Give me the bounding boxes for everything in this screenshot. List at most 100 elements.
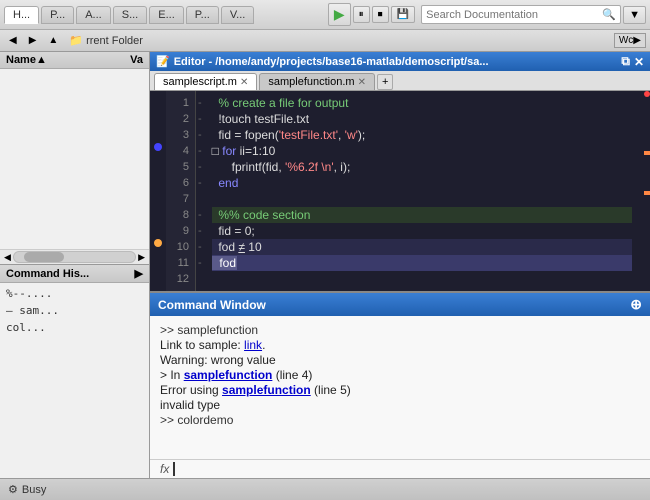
cmd-line-3: Warning: wrong value xyxy=(160,353,640,367)
line-num-6: 6 xyxy=(172,175,189,191)
editor-scrollbar-markers xyxy=(640,91,650,291)
line-num-12: 12 xyxy=(172,271,189,287)
right-panel: 📝 Editor - /home/andy/projects/base16-ma… xyxy=(150,52,650,478)
play-button[interactable]: ▶ xyxy=(328,3,351,26)
status-text: Busy xyxy=(22,484,46,496)
tab-samplefunction[interactable]: samplefunction.m ✕ xyxy=(259,73,375,90)
horizontal-scrollbar[interactable]: ◀ ▶ xyxy=(0,249,149,264)
gutter-12 xyxy=(150,267,166,283)
word-wrap-button[interactable]: Wc▶ xyxy=(614,33,646,48)
forward-button[interactable]: ▶ xyxy=(24,33,42,48)
gutter-2 xyxy=(150,107,166,123)
scroll-thumb[interactable] xyxy=(24,252,64,262)
code-editor[interactable]: 1 2 3 4 5 6 7 8 9 10 11 12 - - - xyxy=(150,91,650,291)
cmd-error-using: Error using xyxy=(160,383,222,397)
line-num-9: 9 xyxy=(172,223,189,239)
cmd-line-2: Link to sample: link. xyxy=(160,338,640,352)
cmd-error-link-1[interactable]: samplefunction xyxy=(184,368,273,382)
up-button[interactable]: ▲ xyxy=(43,33,63,48)
code-line-8: %% code section xyxy=(212,207,632,223)
back-button[interactable]: ◀ xyxy=(4,33,22,48)
status-icon: ⚙ xyxy=(8,483,18,496)
scroll-left-arrow[interactable]: ◀ xyxy=(2,252,13,263)
tab-s[interactable]: S... xyxy=(113,6,148,24)
code-line-6: end xyxy=(212,175,632,191)
save-button[interactable]: 💾 xyxy=(391,6,415,23)
tab-p[interactable]: P... xyxy=(41,6,74,24)
tab-p2[interactable]: P... xyxy=(186,6,219,24)
tab-samplescript[interactable]: samplescript.m ✕ xyxy=(154,73,257,90)
cmd-history-list: %--.... — sam... col... xyxy=(0,283,149,478)
step-button[interactable]: ⏸ xyxy=(353,6,370,23)
tab-e[interactable]: E... xyxy=(149,6,184,24)
editor-undock-button[interactable]: ⧉ xyxy=(621,54,630,69)
cmd-error-link-2[interactable]: samplefunction xyxy=(222,383,311,397)
code-content[interactable]: % create a file for output !touch testFi… xyxy=(204,91,640,291)
cmd-history-item[interactable]: %--.... xyxy=(2,285,147,302)
cmd-line-6: invalid type xyxy=(160,398,640,412)
stop-button[interactable]: ⏹ xyxy=(372,6,389,23)
editor-area: 📝 Editor - /home/andy/projects/base16-ma… xyxy=(150,52,650,293)
line-numbers: 1 2 3 4 5 6 7 8 9 10 11 12 xyxy=(166,91,196,291)
cmd-prompt-1: >> samplefunction xyxy=(160,323,258,337)
tab-samplescript-close[interactable]: ✕ xyxy=(240,77,248,88)
tab-a[interactable]: A... xyxy=(76,6,111,24)
main-layout: Name ▲ Va ◀ ▶ Command His... ▶ xyxy=(0,52,650,478)
cmd-input-row: fx xyxy=(150,459,650,478)
folder-icon: 📁 xyxy=(69,35,83,47)
status-bar: ⚙ Busy xyxy=(0,478,650,500)
tab-v[interactable]: V... xyxy=(221,6,255,24)
cmd-link[interactable]: link xyxy=(244,338,262,352)
cmd-history-item[interactable]: — sam... xyxy=(2,302,147,319)
toolbar-tabs: H... P... A... S... E... P... V... xyxy=(4,6,322,24)
gutter-10 xyxy=(150,235,166,251)
search-box: 🔍 xyxy=(421,5,621,24)
editor-tabs: samplescript.m ✕ samplefunction.m ✕ + xyxy=(150,71,650,91)
line-num-4: 4 xyxy=(172,143,189,159)
add-tab-button[interactable]: + xyxy=(377,74,393,90)
scroll-right-arrow[interactable]: ▶ xyxy=(136,252,147,263)
cmd-line-1: >> samplefunction xyxy=(160,323,640,337)
cmd-link-dot: . xyxy=(262,338,265,352)
editor-dash-col: - - - - - - - - - - xyxy=(196,91,204,291)
command-window: Command Window ⊕ >> samplefunction Link … xyxy=(150,293,650,478)
tab-samplefunction-label: samplefunction.m xyxy=(268,76,354,88)
line-num-1: 1 xyxy=(172,95,189,111)
cmd-line-7: >> colordemo xyxy=(160,413,640,427)
editor-icon: 📝 xyxy=(156,55,170,68)
editor-close-button[interactable]: ✕ xyxy=(634,55,644,69)
file-browser: Name ▲ Va ◀ ▶ xyxy=(0,52,149,265)
code-line-7 xyxy=(212,191,632,207)
code-line-11: fod xyxy=(212,255,632,271)
gutter-4 xyxy=(150,139,166,155)
cmd-prompt-2: >> colordemo xyxy=(160,413,233,427)
cmd-line-4: > In samplefunction (line 4) xyxy=(160,368,640,382)
tab-h[interactable]: H... xyxy=(4,6,39,24)
file-browser-title: Name xyxy=(6,54,36,66)
cmd-history-item[interactable]: col... xyxy=(2,319,147,336)
filter-button[interactable]: ▼ xyxy=(623,6,646,24)
command-output: >> samplefunction Link to sample: link. … xyxy=(150,316,650,459)
cmd-error-line-5: (line 5) xyxy=(311,383,351,397)
gutter-3 xyxy=(150,123,166,139)
code-line-10: fod ≠ 10 xyxy=(212,239,632,255)
editor-title: Editor - /home/andy/projects/base16-matl… xyxy=(174,56,618,68)
command-window-expand[interactable]: ⊕ xyxy=(630,296,642,313)
gutter-6 xyxy=(150,171,166,187)
second-toolbar: ◀ ▶ ▲ 📁 rrent Folder Wc▶ xyxy=(0,30,650,52)
line-num-2: 2 xyxy=(172,111,189,127)
scroll-track[interactable] xyxy=(13,251,136,263)
search-input[interactable] xyxy=(426,9,602,21)
code-line-4: □ for ii=1:10 xyxy=(212,143,632,159)
cmd-history-expand[interactable]: ▶ xyxy=(135,267,143,280)
code-line-1: % create a file for output xyxy=(212,95,632,111)
line-num-10: 10 xyxy=(172,239,189,255)
code-line-9: fid = 0; xyxy=(212,223,632,239)
line-num-5: 5 xyxy=(172,159,189,175)
gutter-5 xyxy=(150,155,166,171)
command-window-title: Command Window xyxy=(158,298,266,312)
tab-samplefunction-close[interactable]: ✕ xyxy=(358,77,366,88)
file-list xyxy=(0,69,149,249)
file-browser-val-col: Va xyxy=(130,54,143,66)
command-history-panel: Command His... ▶ %--.... — sam... col... xyxy=(0,265,149,478)
